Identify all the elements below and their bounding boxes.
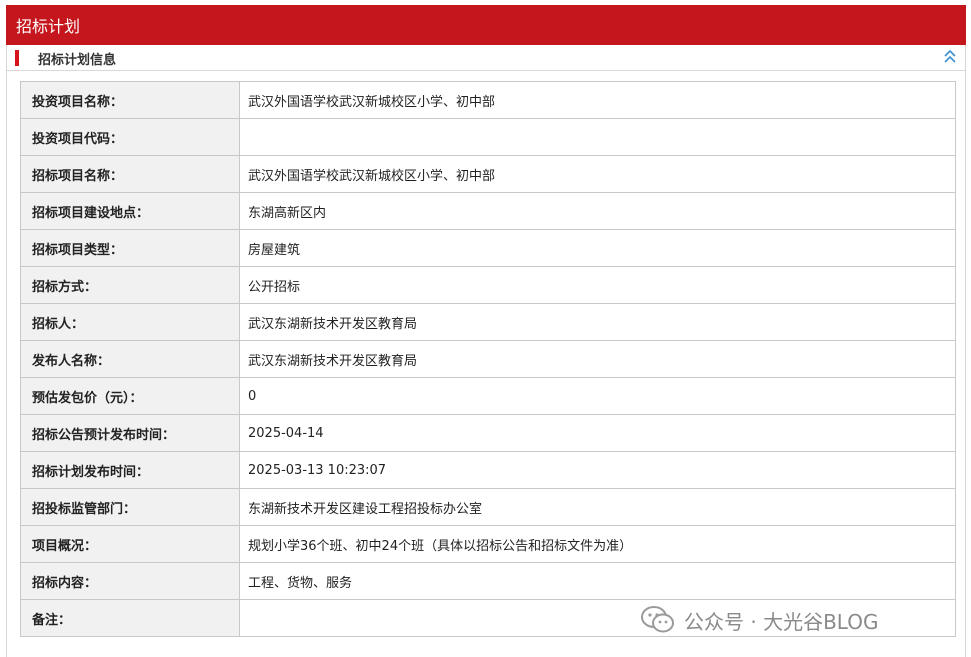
section-title: 招标计划信息 bbox=[38, 53, 117, 68]
row-value bbox=[239, 118, 956, 156]
row-value: 0 bbox=[239, 377, 956, 415]
row-value: 武汉外国语学校武汉新城校区小学、初中部 bbox=[239, 81, 956, 119]
page-title: 招标计划 bbox=[16, 17, 81, 36]
table-row: 预估发包价（元）： 0 bbox=[20, 377, 956, 415]
section-header: 招标计划信息 bbox=[7, 45, 965, 71]
double-chevron-up-icon[interactable] bbox=[943, 48, 957, 66]
table-row: 招标项目类型： 房屋建筑 bbox=[20, 229, 956, 267]
watermark-text: 公众号 · 大光谷BLOG bbox=[684, 609, 879, 634]
table-row: 招标项目名称： 武汉外国语学校武汉新城校区小学、初中部 bbox=[20, 155, 956, 193]
row-label: 备注： bbox=[20, 599, 240, 637]
row-label: 招标公告预计发布时间： bbox=[20, 414, 240, 452]
table-row: 招标项目建设地点： 东湖高新区内 bbox=[20, 192, 956, 230]
table-row: 投资项目代码： bbox=[20, 118, 956, 156]
row-label: 招投标监管部门： bbox=[20, 488, 240, 526]
row-value: 东湖高新区内 bbox=[239, 192, 956, 230]
row-value: 房屋建筑 bbox=[239, 229, 956, 267]
row-value: 东湖新技术开发区建设工程招投标办公室 bbox=[239, 488, 956, 526]
row-label: 发布人名称： bbox=[20, 340, 240, 378]
row-value: 2025-04-14 bbox=[239, 414, 956, 452]
section-accent-bar bbox=[15, 50, 19, 66]
row-label: 招标项目类型： bbox=[20, 229, 240, 267]
table-row: 招投标监管部门： 东湖新技术开发区建设工程招投标办公室 bbox=[20, 488, 956, 526]
row-label: 招标项目建设地点： bbox=[20, 192, 240, 230]
row-label: 招标项目名称： bbox=[20, 155, 240, 193]
row-label: 招标内容： bbox=[20, 562, 240, 600]
wechat-icon bbox=[641, 606, 674, 633]
row-label: 招标方式： bbox=[20, 266, 240, 304]
row-value: 武汉外国语学校武汉新城校区小学、初中部 bbox=[239, 155, 956, 193]
row-label: 预估发包价（元）： bbox=[20, 377, 240, 415]
table-row: 项目概况： 规划小学36个班、初中24个班（具体以招标公告和招标文件为准） bbox=[20, 525, 956, 563]
row-value: 规划小学36个班、初中24个班（具体以招标公告和招标文件为准） bbox=[239, 525, 956, 563]
row-label: 招标计划发布时间： bbox=[20, 451, 240, 489]
table-row: 招标公告预计发布时间： 2025-04-14 bbox=[20, 414, 956, 452]
table-row: 招标内容： 工程、货物、服务 bbox=[20, 562, 956, 600]
row-value: 公开招标 bbox=[239, 266, 956, 304]
row-label: 投资项目名称： bbox=[20, 81, 240, 119]
table-row: 招标计划发布时间： 2025-03-13 10:23:07 bbox=[20, 451, 956, 489]
row-value: 工程、货物、服务 bbox=[239, 562, 956, 600]
row-value: 武汉东湖新技术开发区教育局 bbox=[239, 303, 956, 341]
plan-info-table: 投资项目名称： 武汉外国语学校武汉新城校区小学、初中部 投资项目代码： 招标项目名称：… bbox=[20, 81, 956, 637]
page-title-bar: 招标计划 bbox=[6, 5, 966, 45]
plan-panel: 招标计划信息 投资项目名称： 武汉外国语学校武汉新城校区小学、初中部 投资项目代码：… bbox=[6, 45, 966, 657]
row-value: 武汉东湖新技术开发区教育局 bbox=[239, 340, 956, 378]
row-label: 投资项目代码： bbox=[20, 118, 240, 156]
table-row: 投资项目名称： 武汉外国语学校武汉新城校区小学、初中部 bbox=[20, 81, 956, 119]
row-label: 招标人： bbox=[20, 303, 240, 341]
table-row: 发布人名称： 武汉东湖新技术开发区教育局 bbox=[20, 340, 956, 378]
table-row: 招标方式： 公开招标 bbox=[20, 266, 956, 304]
table-row: 招标人： 武汉东湖新技术开发区教育局 bbox=[20, 303, 956, 341]
row-label: 项目概况： bbox=[20, 525, 240, 563]
watermark: 公众号 · 大光谷BLOG bbox=[640, 603, 878, 637]
row-value: 2025-03-13 10:23:07 bbox=[239, 451, 956, 489]
